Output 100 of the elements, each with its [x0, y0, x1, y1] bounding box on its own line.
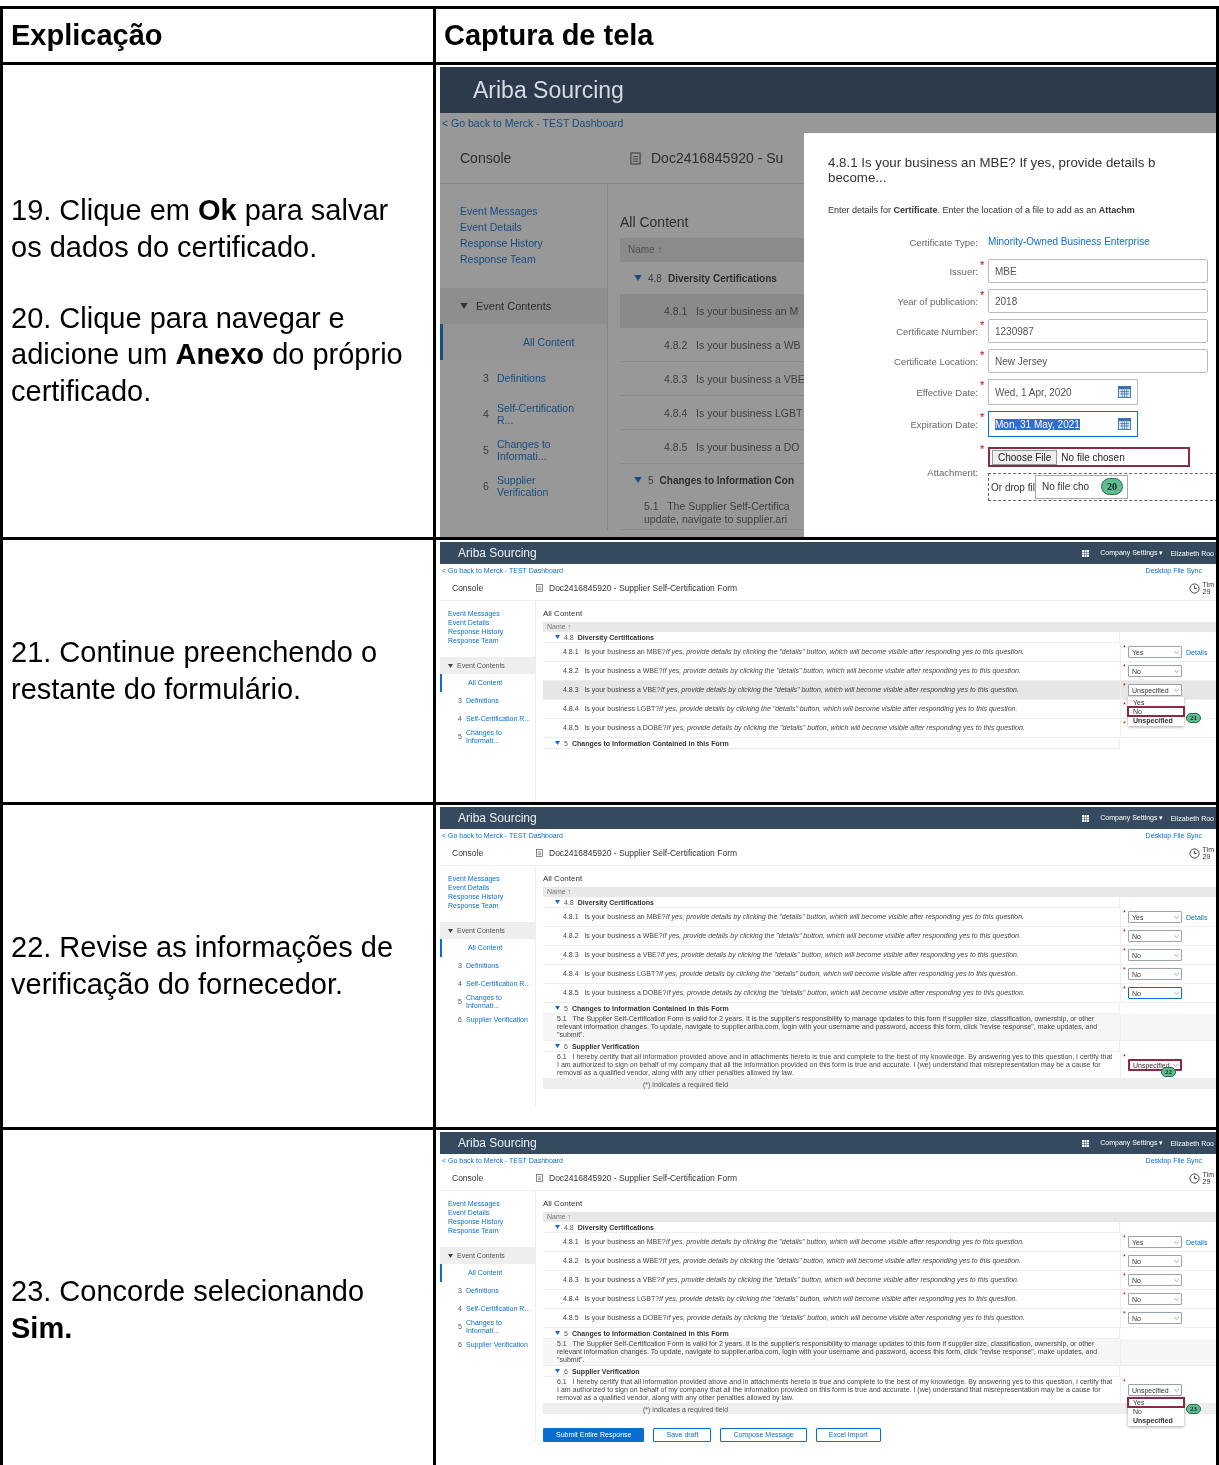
chevron-down-icon: [1174, 953, 1179, 957]
date-field[interactable]: Mon, 31 May, 2021: [988, 411, 1138, 437]
content-title: All Content: [543, 1199, 584, 1208]
date-field[interactable]: Wed, 1 Apr, 2020: [988, 379, 1138, 405]
caret-icon[interactable]: [555, 1006, 560, 1010]
question-text: 4.8.2 Is your business a WB: [664, 338, 801, 351]
caret-icon[interactable]: [555, 741, 560, 745]
calendar-icon[interactable]: [1118, 418, 1131, 430]
required-marker: *: [979, 411, 986, 423]
field-label: Certificate Number:: [895, 325, 978, 337]
required-marker: *: [979, 349, 986, 361]
file-input[interactable]: Choose File No file chosen: [988, 447, 1190, 467]
question-text: 4.8.1 Is your business an M: [664, 304, 799, 317]
document-title: Doc2416845920 - Supplier Self-Certification Form: [549, 1173, 739, 1183]
document-title: Doc2416845920 - Supplier Self-Certification Form: [549, 583, 739, 593]
certificate-type-link[interactable]: Minority-Owned Business Enterprise: [988, 236, 1150, 247]
document-icon: [536, 584, 543, 592]
instruction-text: 23. Concorde selecionando Sim.: [11, 1274, 366, 1346]
field-label: Certificate Type:: [908, 236, 978, 248]
column-header: Captura de tela: [444, 19, 654, 52]
caret-icon[interactable]: [634, 275, 642, 281]
content-title: All Content: [620, 214, 690, 230]
app-grid-icon[interactable]: [1082, 814, 1090, 822]
app-grid-icon[interactable]: [1082, 549, 1090, 557]
caret-icon[interactable]: [555, 635, 560, 639]
column-header: Explicação: [11, 19, 163, 52]
chevron-down-icon: [1174, 934, 1179, 938]
file-status-text: No file chosen: [1061, 451, 1125, 463]
console-heading: Console: [451, 1173, 485, 1183]
instruction-text: 21. Continue preenchendo o restante do formulário.: [11, 635, 378, 707]
question-text: 4.8.4 Is your business LGBT: [664, 406, 803, 419]
chevron-down-icon: [1174, 972, 1179, 976]
caret-icon[interactable]: [634, 477, 642, 483]
caret-icon[interactable]: [555, 1044, 560, 1048]
text-field[interactable]: New Jersey: [988, 349, 1208, 373]
app-title: Ariba Sourcing: [458, 546, 538, 560]
caret-icon[interactable]: [555, 1369, 560, 1373]
field-label: Attachment:: [926, 466, 978, 478]
chevron-down-icon: [1174, 991, 1179, 995]
app-title: Ariba Sourcing: [458, 1136, 538, 1150]
chevron-down-icon: [1173, 1063, 1178, 1067]
drop-label: Or drop fil: [990, 481, 1035, 493]
caret-icon[interactable]: [555, 1225, 560, 1229]
clock-icon: [1188, 582, 1200, 594]
chevron-down-icon: [1174, 1388, 1179, 1392]
chevron-down-icon: [1174, 1259, 1179, 1263]
caret-icon: [448, 1253, 453, 1258]
document-icon: [536, 1174, 543, 1182]
dialog-instructions: Enter details for Certificate. Enter the location of a file to add as an Attachm: [828, 205, 1136, 215]
section-number: 4.8: [648, 272, 662, 284]
caret-icon[interactable]: [555, 900, 560, 904]
dialog-title: 4.8.1 Is your business an MBE? If yes, provide details b become...: [828, 155, 1157, 185]
caret-icon: [448, 663, 453, 668]
section-number: 5: [648, 474, 654, 486]
clock-icon: [1188, 1172, 1200, 1184]
chevron-down-icon: [1174, 669, 1179, 673]
app-grid-icon[interactable]: [1082, 1139, 1090, 1147]
instruction-text: 22. Revise as informações de verificação do fornecedor.: [11, 930, 395, 1002]
chevron-down-icon: [1174, 1240, 1179, 1244]
section-title: Changes to Information Con: [659, 474, 794, 486]
caret-icon[interactable]: [555, 1331, 560, 1335]
chevron-down-icon: [1174, 1278, 1179, 1282]
field-label: Issuer:: [948, 265, 978, 277]
text-field[interactable]: 2018: [988, 289, 1208, 313]
clock-icon: [1188, 847, 1200, 859]
field-label: Year of publication:: [896, 295, 978, 307]
choose-file-button[interactable]: Choose File: [992, 449, 1058, 465]
field-label: Certificate Location:: [893, 355, 978, 367]
chevron-down-icon: [1174, 915, 1179, 919]
step-number-badge: 20: [1101, 478, 1123, 495]
instruction-text: 20. Clique para navegar e adicione um Anexo do próprio certificado.: [11, 300, 404, 410]
caret-icon: [448, 928, 453, 933]
console-heading: Console: [451, 848, 485, 858]
console-heading: Console: [451, 583, 485, 593]
text-field[interactable]: 1230987: [988, 319, 1208, 343]
required-marker: *: [979, 289, 986, 301]
question-text: 4.8.3 Is your business a VBE: [664, 372, 805, 385]
document-title: Doc2416845920 - Su: [651, 150, 784, 166]
field-label: Expiration Date:: [909, 418, 978, 430]
document-icon: [536, 849, 543, 857]
event-contents-header[interactable]: Event Contents: [440, 288, 607, 324]
required-marker: *: [979, 443, 986, 455]
chevron-down-icon: [1174, 1297, 1179, 1301]
required-marker: *: [979, 379, 986, 391]
section-title: Diversity Certifications: [667, 272, 777, 284]
content-title: All Content: [543, 609, 584, 618]
app-title: Ariba Sourcing: [473, 76, 624, 104]
chevron-down-icon: [1174, 688, 1179, 692]
content-title: All Content: [543, 874, 584, 883]
required-marker: *: [979, 259, 986, 271]
event-contents-label: Event Contents: [476, 300, 552, 312]
field-label: Effective Date:: [915, 386, 978, 398]
text-field[interactable]: MBE: [988, 259, 1208, 283]
nav-item[interactable]: 3 Definitions: [440, 360, 607, 396]
drop-zone[interactable]: Or drop fil No file cho 20: [988, 473, 1216, 501]
document-title: Doc2416845920 - Supplier Self-Certification Form: [549, 848, 739, 858]
instruction-text: 19. Clique em Ok para salvar os dados do certificado.: [11, 192, 390, 265]
chevron-down-icon: [1174, 650, 1179, 654]
document-icon: [630, 151, 641, 165]
calendar-icon[interactable]: [1118, 386, 1131, 398]
